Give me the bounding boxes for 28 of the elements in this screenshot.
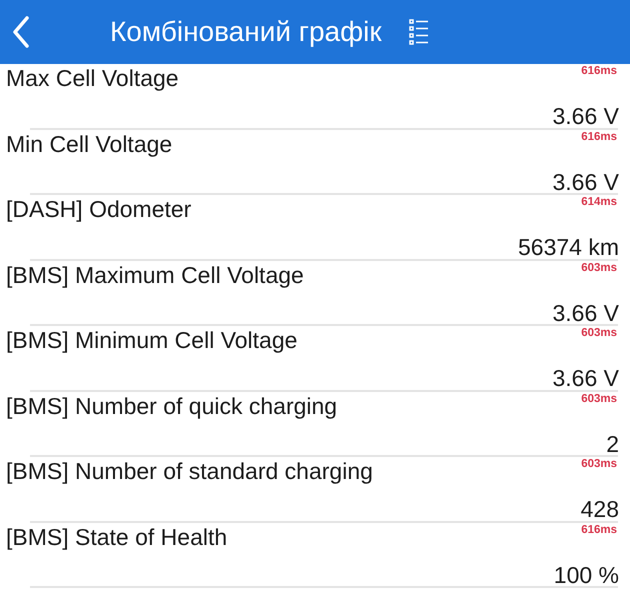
update-interval: 614ms bbox=[581, 195, 617, 209]
parameter-label: [BMS] State of Health bbox=[6, 522, 228, 550]
update-interval: 603ms bbox=[581, 326, 617, 340]
update-interval: 616ms bbox=[581, 130, 617, 144]
screen-title: Комбінований графік bbox=[110, 15, 382, 49]
update-interval: 616ms bbox=[581, 522, 617, 536]
update-interval: 616ms bbox=[581, 64, 617, 78]
parameter-label: [DASH] Odometer bbox=[6, 195, 192, 223]
list-icon bbox=[408, 18, 429, 46]
update-interval: 603ms bbox=[581, 260, 617, 274]
parameter-label: [BMS] Number of quick charging bbox=[6, 392, 338, 420]
parameter-value: 428 bbox=[580, 495, 619, 523]
list-view-button[interactable] bbox=[408, 17, 430, 47]
parameter-label: [BMS] Minimum Cell Voltage bbox=[6, 326, 298, 354]
back-chevron-icon bbox=[12, 16, 30, 48]
parameter-value: 3.66 V bbox=[552, 102, 619, 130]
parameter-label: [BMS] Maximum Cell Voltage bbox=[6, 260, 304, 288]
parameter-label: Max Cell Voltage bbox=[6, 64, 179, 92]
parameter-value: 56374 km bbox=[518, 233, 619, 261]
parameter-value: 100 % bbox=[554, 560, 619, 588]
update-interval: 603ms bbox=[581, 457, 617, 471]
parameter-label: [BMS] Number of standard charging bbox=[6, 457, 373, 485]
parameter-value: 2 bbox=[606, 430, 619, 458]
parameter-label: Min Cell Voltage bbox=[6, 130, 172, 158]
parameter-value: 3.66 V bbox=[552, 364, 619, 392]
parameter-value: 3.66 V bbox=[552, 298, 619, 326]
update-interval: 603ms bbox=[581, 392, 617, 406]
parameter-value: 3.66 V bbox=[552, 168, 619, 196]
